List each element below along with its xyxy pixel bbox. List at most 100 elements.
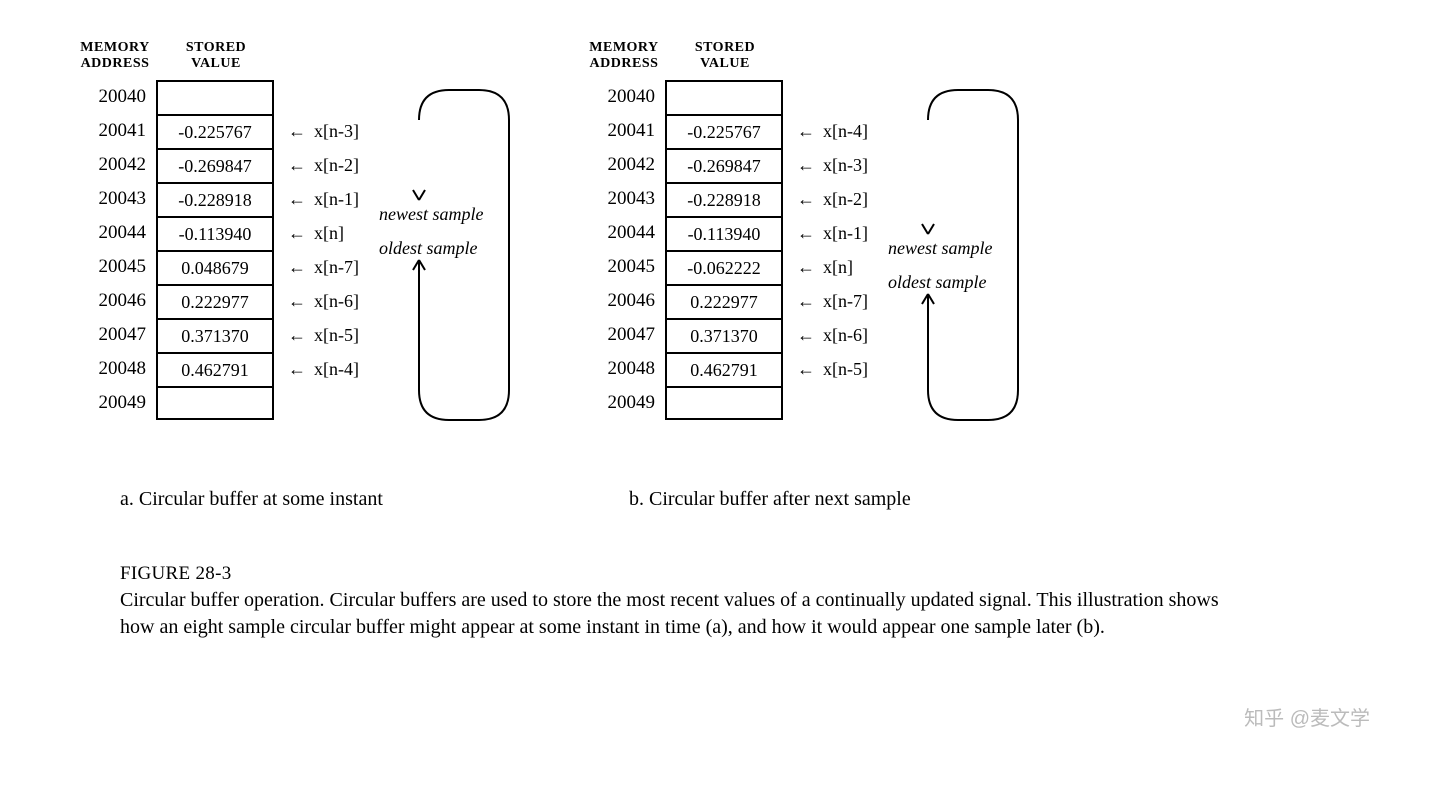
table-row: 20042-0.269847	[80, 148, 276, 182]
table-headers: MEMORY ADDRESS STORED VALUE	[589, 40, 785, 72]
table-row: 200450.048679	[80, 250, 276, 284]
caption-a: a. Circular buffer at some instant	[80, 488, 383, 511]
left-arrow-icon: ←	[797, 291, 815, 312]
oldest-label-b: oldest sample	[888, 272, 987, 293]
table-row: 20049	[80, 386, 276, 420]
pointer-text: x[n-4]	[823, 121, 868, 142]
left-arrow-icon: ←	[797, 223, 815, 244]
header-memory: MEMORY ADDRESS	[589, 40, 659, 72]
memory-address: 20048	[589, 358, 665, 380]
stored-value: 0.462791	[156, 352, 274, 386]
stored-value: 0.371370	[156, 318, 274, 352]
pointer-label: ←x[n-1]	[288, 182, 359, 216]
figure-text: Circular buffer operation. Circular buff…	[120, 589, 1219, 638]
table-row: 20044-0.113940	[80, 216, 276, 250]
header-memory: MEMORY ADDRESS	[80, 40, 150, 72]
memory-address: 20041	[589, 120, 665, 142]
left-arrow-icon: ←	[797, 189, 815, 210]
pointer-label: ←x[n-5]	[288, 318, 359, 352]
memory-address: 20041	[80, 120, 156, 142]
diagram-b: MEMORY ADDRESS STORED VALUE 2004020041-0…	[589, 40, 1038, 511]
memory-address: 20042	[589, 154, 665, 176]
memory-address: 20048	[80, 358, 156, 380]
table-row: 20041-0.225767	[80, 114, 276, 148]
pointer-text: x[n-1]	[314, 189, 359, 210]
diagram-a-main: MEMORY ADDRESS STORED VALUE 2004020041-0…	[80, 40, 529, 460]
pointer-label: ←x[n-2]	[288, 148, 359, 182]
memory-address: 20044	[80, 222, 156, 244]
pointer-label: ←x[n-7]	[288, 250, 359, 284]
pointer-label: ← x[n-3]	[797, 148, 868, 182]
left-arrow-icon: ←	[288, 121, 306, 142]
memory-address: 20042	[80, 154, 156, 176]
pointer-text: x[n-3]	[823, 155, 868, 176]
stored-value: -0.062222	[665, 250, 783, 284]
diagrams-container: MEMORY ADDRESS STORED VALUE 2004020041-0…	[80, 40, 1360, 511]
side-a: newest sample oldest sample	[379, 80, 529, 460]
newest-label-a: newest sample	[379, 204, 483, 225]
figure-label: FIGURE 28-3	[120, 561, 1220, 587]
newest-label-b: newest sample	[888, 238, 992, 259]
table-row: 200480.462791	[80, 352, 276, 386]
table-row: 20043-0.228918	[80, 182, 276, 216]
table-headers: MEMORY ADDRESS STORED VALUE	[80, 40, 276, 72]
memory-address: 20046	[589, 290, 665, 312]
table-row: 200470.371370	[80, 318, 276, 352]
memory-address: 20049	[80, 392, 156, 414]
table-row: 20049	[589, 386, 785, 420]
pointer-label: ←x[n-6]	[797, 318, 868, 352]
pointer-text: x[n-5]	[314, 325, 359, 346]
table-row: 200480.462791	[589, 352, 785, 386]
pointer-label: ← x[n-2]	[797, 182, 868, 216]
pointer-text: x[n-5]	[823, 359, 868, 380]
pointer-text: x[n-6]	[823, 325, 868, 346]
pointers-a: ←x[n-3]←x[n-2]←x[n-1]←x[n]←x[n-7]←x[n-6]…	[288, 80, 359, 420]
pointer-label	[288, 386, 359, 420]
stored-value: -0.269847	[665, 148, 783, 182]
table-row: 20042-0.269847	[589, 148, 785, 182]
left-arrow-icon: ←	[288, 223, 306, 244]
pointer-label: ← x[n]	[288, 216, 359, 250]
pointer-text: x[n-7]	[823, 291, 868, 312]
pointer-text: x[n]	[314, 223, 344, 244]
left-arrow-icon: ←	[288, 359, 306, 380]
pointer-label	[797, 80, 868, 114]
pointer-label: ←x[n-4]	[288, 352, 359, 386]
side-b: newest sample oldest sample	[888, 80, 1038, 460]
stored-value: -0.228918	[156, 182, 274, 216]
pointer-text: x[n-2]	[314, 155, 359, 176]
pointer-text: x[n-1]	[823, 223, 868, 244]
table-row: 20040	[80, 80, 276, 114]
pointer-text: x[n-2]	[823, 189, 868, 210]
left-arrow-icon: ←	[797, 121, 815, 142]
pointer-text: x[n]	[823, 257, 853, 278]
loop-arrow-b-icon	[888, 80, 1038, 440]
pointer-label	[797, 386, 868, 420]
memory-address: 20045	[589, 256, 665, 278]
stored-value: -0.113940	[156, 216, 274, 250]
pointer-label: ← x[n]	[797, 250, 868, 284]
pointer-text: x[n-7]	[314, 257, 359, 278]
table-body-a: 2004020041-0.22576720042-0.26984720043-0…	[80, 80, 276, 420]
left-arrow-icon: ←	[797, 359, 815, 380]
memory-address: 20049	[589, 392, 665, 414]
memory-address: 20044	[589, 222, 665, 244]
stored-value: 0.048679	[156, 250, 274, 284]
stored-value: 0.222977	[665, 284, 783, 318]
table-row: 200460.222977	[589, 284, 785, 318]
memory-address: 20043	[80, 188, 156, 210]
stored-value: -0.228918	[665, 182, 783, 216]
table-row: 20044-0.113940	[589, 216, 785, 250]
pointer-label: ← x[n-7]	[797, 284, 868, 318]
left-arrow-icon: ←	[797, 155, 815, 176]
pointer-text: x[n-6]	[314, 291, 359, 312]
header-value: STORED VALUE	[665, 40, 785, 72]
memory-address: 20040	[80, 86, 156, 108]
stored-value	[156, 80, 274, 114]
stored-value: 0.371370	[665, 318, 783, 352]
left-arrow-icon: ←	[797, 257, 815, 278]
pointers-b: ← x[n-4] ← x[n-3] ← x[n-2] ← x[n-1] ← x[n] ← x[n-7]…	[797, 80, 868, 420]
diagram-a-table: MEMORY ADDRESS STORED VALUE 2004020041-0…	[80, 40, 276, 420]
pointer-label: ← x[n-1]	[797, 216, 868, 250]
diagram-b-table: MEMORY ADDRESS STORED VALUE 2004020041-0…	[589, 40, 785, 420]
